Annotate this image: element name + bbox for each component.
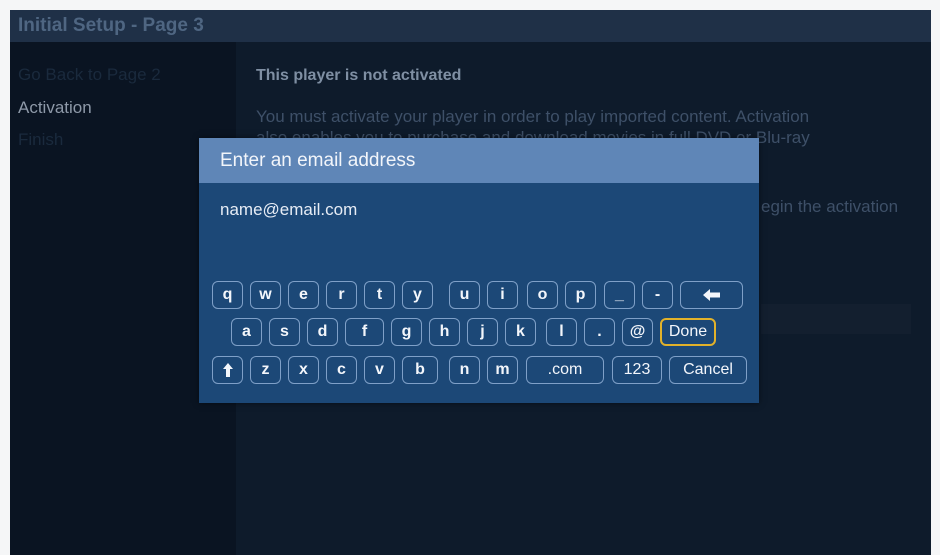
email-entry-dialog: Enter an email address name@email.com q …: [199, 138, 759, 403]
numbers-key[interactable]: 123: [612, 356, 662, 384]
key-o[interactable]: o: [527, 281, 558, 309]
key-a[interactable]: a: [231, 318, 262, 346]
key-g[interactable]: g: [391, 318, 422, 346]
email-input[interactable]: name@email.com: [220, 200, 357, 220]
key-k[interactable]: k: [505, 318, 536, 346]
key-q[interactable]: q: [212, 281, 243, 309]
key-m[interactable]: m: [487, 356, 518, 384]
key-hyphen[interactable]: -: [642, 281, 673, 309]
shift-key[interactable]: [212, 356, 243, 384]
sidebar-item-finish[interactable]: Finish: [18, 130, 63, 150]
sidebar-item-go-back[interactable]: Go Back to Page 2: [18, 65, 161, 85]
key-l[interactable]: l: [546, 318, 577, 346]
key-z[interactable]: z: [250, 356, 281, 384]
key-v[interactable]: v: [364, 356, 395, 384]
key-w[interactable]: w: [250, 281, 281, 309]
key-t[interactable]: t: [364, 281, 395, 309]
cancel-button[interactable]: Cancel: [669, 356, 747, 384]
key-x[interactable]: x: [288, 356, 319, 384]
key-e[interactable]: e: [288, 281, 319, 309]
page-title: Initial Setup - Page 3: [18, 15, 204, 36]
key-j[interactable]: j: [467, 318, 498, 346]
key-n[interactable]: n: [449, 356, 480, 384]
background-button: [761, 304, 911, 334]
key-u[interactable]: u: [449, 281, 480, 309]
dialog-header: Enter an email address: [199, 138, 759, 183]
key-b[interactable]: b: [402, 356, 438, 384]
key-at[interactable]: @: [622, 318, 653, 346]
key-f[interactable]: f: [345, 318, 384, 346]
dotcom-key[interactable]: .com: [526, 356, 604, 384]
key-r[interactable]: r: [326, 281, 357, 309]
key-d[interactable]: d: [307, 318, 338, 346]
done-button[interactable]: Done: [660, 318, 716, 346]
key-p[interactable]: p: [565, 281, 596, 309]
content-body-line-1: You must activate your player in order t…: [256, 107, 810, 126]
backspace-key[interactable]: [680, 281, 743, 309]
title-bar: Initial Setup - Page 3: [10, 10, 931, 42]
dialog-title: Enter an email address: [220, 150, 416, 171]
key-s[interactable]: s: [269, 318, 300, 346]
content-heading: This player is not activated: [256, 67, 462, 84]
key-y[interactable]: y: [402, 281, 433, 309]
sidebar-item-activation[interactable]: Activation: [18, 98, 92, 118]
key-period[interactable]: .: [584, 318, 615, 346]
content-body-partial: egin the activation: [761, 197, 899, 216]
key-underscore[interactable]: _: [604, 281, 635, 309]
key-i[interactable]: i: [487, 281, 518, 309]
key-c[interactable]: c: [326, 356, 357, 384]
shift-up-arrow-icon: [222, 363, 233, 377]
key-h[interactable]: h: [429, 318, 460, 346]
left-arrow-icon: [702, 289, 720, 301]
